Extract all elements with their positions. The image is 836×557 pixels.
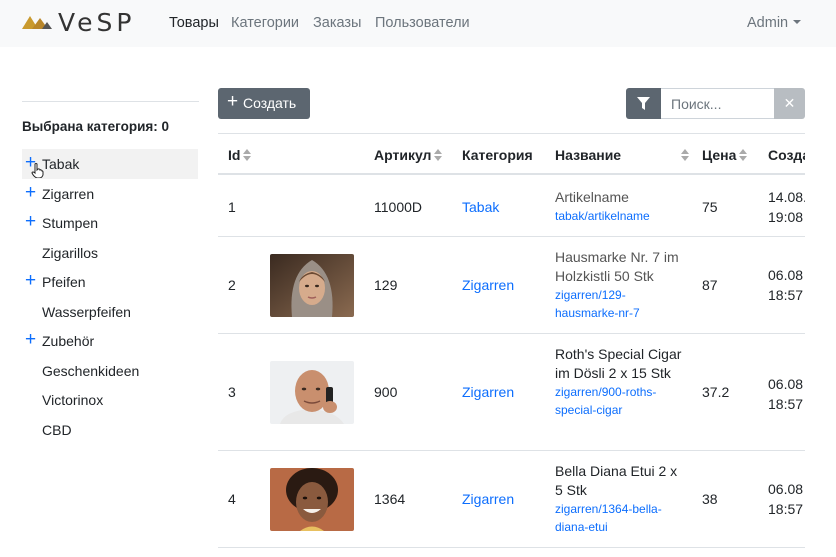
cell-id: 3 <box>228 384 236 400</box>
expand-plus-icon[interactable]: + <box>25 211 36 233</box>
category-item-geschenkideen[interactable]: Geschenkideen <box>22 356 198 386</box>
table-header: Id Артикул Категория Название Цена Созда <box>218 133 805 175</box>
expand-plus-icon[interactable]: + <box>25 329 36 351</box>
cell-sku: 11000D <box>374 199 423 215</box>
cell-price: 38 <box>702 491 718 507</box>
logo-wordmark: VeSP <box>58 8 136 37</box>
user-menu[interactable]: Admin <box>747 15 802 31</box>
cell-sku: 900 <box>374 384 398 400</box>
category-label: Stumpen <box>42 215 99 231</box>
cell-name: Hausmarke Nr. 7 im Holzkistli 50 Stk ziga… <box>555 248 685 322</box>
cell-price: 75 <box>702 199 718 215</box>
column-header-sku[interactable]: Артикул <box>374 147 443 163</box>
cell-category-link[interactable]: Zigarren <box>462 491 514 507</box>
cell-id: 2 <box>228 277 236 293</box>
cell-category-link[interactable]: Zigarren <box>462 277 514 293</box>
cell-category-link[interactable]: Zigarren <box>462 384 514 400</box>
column-header-id[interactable]: Id <box>228 147 252 163</box>
sidebar-divider <box>22 101 199 102</box>
cell-name: Bella Diana Etui 2 x 5 Stk zigarren/1364-… <box>555 462 685 536</box>
category-item-zigarren[interactable]: + Zigarren <box>22 179 198 209</box>
sort-icon <box>243 149 252 161</box>
category-label: Wasserpfeifen <box>42 304 131 320</box>
category-label: Zigarillos <box>42 245 99 261</box>
products-table: Id Артикул Категория Название Цена Созда… <box>218 133 805 557</box>
plus-icon: + <box>227 91 239 112</box>
column-header-category: Категория <box>462 147 533 163</box>
woman-smile-photo-icon <box>270 468 354 531</box>
cell-created: 06.08 18:57 <box>768 267 804 303</box>
cell-category-link[interactable]: Tabak <box>462 199 499 215</box>
table-row[interactable]: 4 1364 Zigarren Bella Diana Etui 2 x 5 S… <box>218 451 805 548</box>
product-slug-link[interactable]: zigarren/129-hausmarke-nr-7 <box>555 286 685 322</box>
nav-orders[interactable]: Заказы <box>313 15 361 31</box>
category-item-stumpen[interactable]: + Stumpen <box>22 208 198 238</box>
nav-users[interactable]: Пользователи <box>375 15 470 31</box>
category-label: Pfeifen <box>42 274 86 290</box>
category-label: Zigarren <box>42 186 95 202</box>
category-label: Zubehör <box>42 333 95 349</box>
category-item-zubehoer[interactable]: + Zubehör <box>22 326 198 356</box>
sort-icon <box>739 149 748 161</box>
sort-icon[interactable] <box>681 149 689 161</box>
create-button[interactable]: + Создать <box>218 88 310 119</box>
table-row[interactable]: 2 129 Zigarren Hausmarke Nr. 7 im Holzki… <box>218 237 805 334</box>
cell-created: 06.08 18:57 <box>768 376 804 412</box>
sort-icon <box>434 149 443 161</box>
category-label: CBD <box>42 422 72 438</box>
cell-id: 1 <box>228 199 236 215</box>
column-header-created[interactable]: Созда <box>768 147 805 163</box>
category-item-victorinox[interactable]: Victorinox <box>22 385 198 415</box>
table-row[interactable]: 1 11000D Tabak Artikelname tabak/artikeln… <box>218 175 805 237</box>
search-input[interactable] <box>661 88 774 119</box>
category-item-pfeifen[interactable]: + Pfeifen <box>22 267 198 297</box>
category-item-zigarillos[interactable]: Zigarillos <box>22 238 198 268</box>
hand-cursor-icon <box>31 163 44 178</box>
chevron-down-icon <box>793 20 802 24</box>
user-name: Admin <box>747 15 789 31</box>
cell-name: Artikelname tabak/artikelname <box>555 188 685 225</box>
category-label: Tabak <box>42 156 80 172</box>
category-item-cbd[interactable]: CBD <box>22 415 198 445</box>
nav-products[interactable]: Товары <box>169 15 219 31</box>
table-row[interactable]: 3 900 Zigarren Roth's Special Cigar im D… <box>218 334 805 451</box>
cell-created: 06.08 18:57 <box>768 481 804 517</box>
product-thumbnail[interactable] <box>270 361 354 424</box>
filter-button[interactable] <box>626 88 661 119</box>
column-header-name[interactable]: Название <box>555 147 621 163</box>
selected-category-title: Выбрана категория: 0 <box>22 119 170 134</box>
cell-id: 4 <box>228 491 236 507</box>
expand-plus-icon[interactable]: + <box>25 270 36 292</box>
woman-hood-photo-icon <box>270 254 354 317</box>
cell-price: 37.2 <box>702 384 730 400</box>
category-label: Geschenkideen <box>42 363 140 379</box>
cell-sku: 129 <box>374 277 398 293</box>
expand-plus-icon[interactable]: + <box>25 182 36 204</box>
vesp-logo[interactable]: VeSP <box>22 8 152 37</box>
logo-mark-icon <box>22 16 52 29</box>
man-phone-photo-icon <box>270 361 354 424</box>
create-button-label: Создать <box>243 95 297 111</box>
clear-search-button[interactable]: ✕ <box>774 88 805 119</box>
nav-categories[interactable]: Категории <box>231 15 299 31</box>
cell-sku: 1364 <box>374 491 406 507</box>
product-thumbnail[interactable] <box>270 254 354 317</box>
cell-price: 87 <box>702 277 718 293</box>
search-group: ✕ <box>626 88 805 119</box>
cell-name: Roth's Special Cigar im Dösli 2 x 15 Stk… <box>555 345 685 419</box>
category-item-wasserpfeifen[interactable]: Wasserpfeifen <box>22 297 198 327</box>
product-slug-link[interactable]: zigarren/1364-bella-diana-etui <box>555 500 685 536</box>
category-item-tabak[interactable]: + Tabak <box>22 149 198 179</box>
product-slug-link[interactable]: tabak/artikelname <box>555 207 685 225</box>
column-header-price[interactable]: Цена <box>702 147 748 163</box>
product-slug-link[interactable]: zigarren/900-roths-special-cigar <box>555 383 685 419</box>
category-label: Victorinox <box>42 392 104 408</box>
product-thumbnail[interactable] <box>270 468 354 531</box>
top-navbar: VeSP Товары Категории Заказы Пользовател… <box>0 0 836 47</box>
filter-icon <box>637 97 650 110</box>
cell-created: 14.08. 19:08 <box>768 189 805 225</box>
